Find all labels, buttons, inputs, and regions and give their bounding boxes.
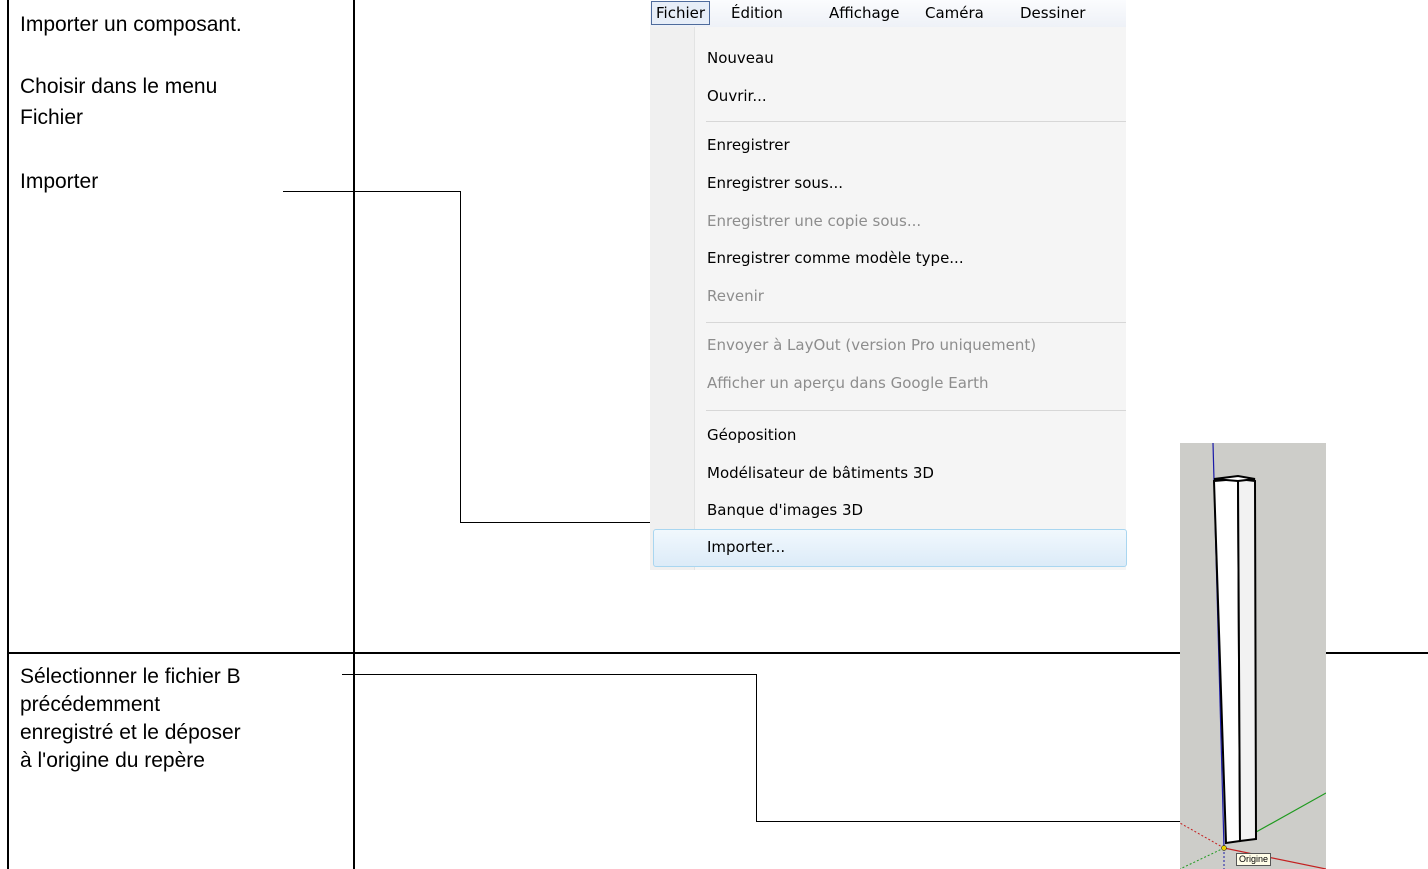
column-front-face (1212, 477, 1242, 845)
instruction-line: Sélectionner le fichier B (20, 665, 241, 688)
menu-affichage[interactable]: Affichage (829, 4, 899, 22)
menu-separator (706, 322, 1126, 323)
instruction-line: précédemment (20, 693, 161, 716)
menu-separator (706, 410, 1126, 411)
menu-item-revenir: Revenir (707, 287, 764, 305)
red-axis-dotted (1180, 822, 1225, 849)
instruction-line: Choisir dans le menu (20, 75, 218, 98)
menu-separator (706, 121, 1126, 122)
table-left-border (7, 0, 9, 869)
connector-line (342, 674, 757, 675)
file-menu: Fichier Édition Affichage Caméra Dessine… (650, 0, 1127, 570)
sketchup-viewport: Origine (1180, 443, 1326, 869)
menu-item-modele-type[interactable]: Enregistrer comme modèle type... (707, 249, 964, 267)
menu-item-ouvrir[interactable]: Ouvrir... (707, 87, 767, 105)
origin-marker (1221, 845, 1227, 851)
table-column-divider (353, 0, 355, 869)
menu-item-importer[interactable]: Importer... (707, 538, 785, 556)
viewport-drawing (1180, 443, 1326, 869)
menu-item-apercu-google-earth: Afficher un aperçu dans Google Earth (707, 374, 989, 392)
instruction-line: enregistré et le déposer (20, 721, 241, 744)
menu-icon-gutter (650, 27, 695, 570)
menu-item-nouveau[interactable]: Nouveau (707, 49, 774, 67)
instruction-title: Importer un composant. (20, 13, 242, 36)
menu-bar: Fichier Édition Affichage Caméra Dessine… (650, 0, 1126, 27)
menu-edition[interactable]: Édition (731, 4, 783, 22)
connector-line (460, 522, 665, 523)
column-top-face (1213, 474, 1256, 483)
menu-dessiner[interactable]: Dessiner (1020, 4, 1085, 22)
menu-item-envoyer-layout: Envoyer à LayOut (version Pro uniquement… (707, 336, 1037, 354)
menu-item-enregistrer[interactable]: Enregistrer (707, 136, 790, 154)
connector-line (460, 191, 461, 523)
menu-item-enregistrer-sous[interactable]: Enregistrer sous... (707, 174, 843, 192)
connector-line (283, 191, 461, 192)
menu-item-modelisateur[interactable]: Modélisateur de bâtiments 3D (707, 464, 934, 482)
menu-camera[interactable]: Caméra (925, 4, 984, 22)
menu-item-banque-images[interactable]: Banque d'images 3D (707, 501, 863, 519)
menu-item-enregistrer-copie: Enregistrer une copie sous... (707, 212, 922, 230)
origin-tooltip: Origine (1236, 853, 1272, 866)
connector-line (756, 674, 757, 822)
instruction-line: Fichier (20, 106, 84, 129)
instruction-line: à l'origine du repère (20, 749, 205, 772)
menu-item-geoposition[interactable]: Géoposition (707, 426, 796, 444)
instruction-line: Importer (20, 170, 99, 193)
green-axis-dotted (1180, 847, 1225, 869)
column-side-face (1236, 477, 1258, 843)
menu-fichier[interactable]: Fichier (651, 1, 711, 25)
connector-line (756, 821, 1196, 822)
